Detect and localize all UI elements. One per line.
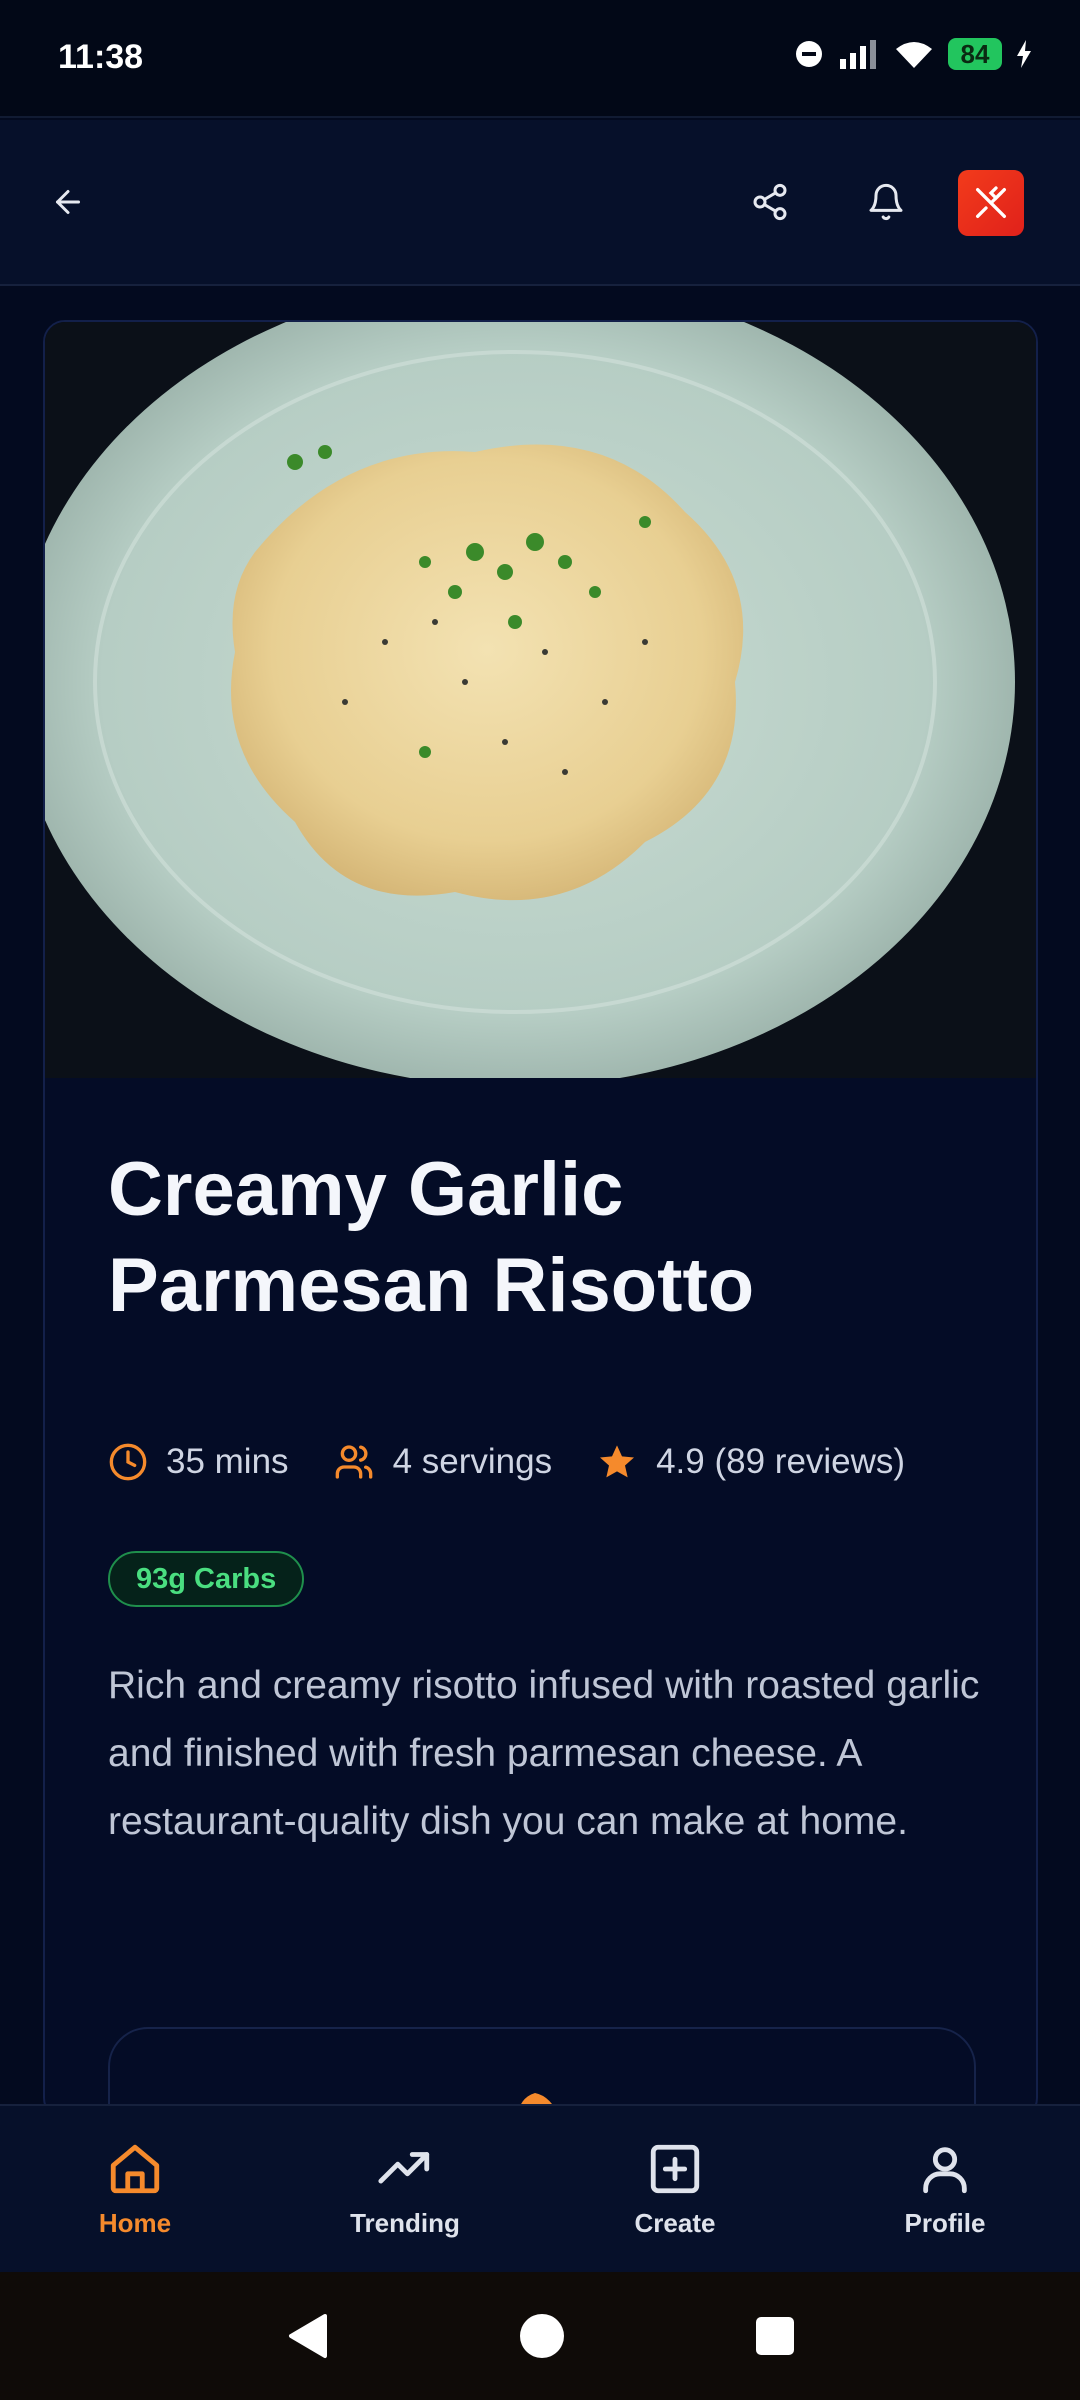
nav-profile-label: Profile [904,2207,986,2238]
screen: 11:38 84 Creamy Garlic Parmesan Risotto … [0,0,1080,2400]
system-back-icon[interactable] [285,2312,329,2360]
home-icon [110,2144,160,2193]
charging-bolt-icon [1017,40,1031,68]
trending-up-icon [378,2151,430,2183]
system-recents-icon[interactable] [755,2316,795,2356]
arrow-left-icon [56,190,80,214]
system-nav-bar [0,2272,1080,2400]
carbs-badge: 93g Carbs [108,1551,305,1607]
recipe-title: Creamy Garlic Parmesan Risotto [108,1147,755,1328]
recipe-description: Rich and creamy risotto infused with roa… [108,1664,980,1843]
recipe-meta-row: 35 mins 4 servings 4.9 (89 reviews) [108,1442,949,1482]
cook-time: 35 mins [108,1442,289,1482]
nav-home-label: Home [98,2207,172,2238]
nav-home[interactable]: Home [0,2106,270,2272]
servings-text: 4 servings [392,1442,553,1481]
notifications-button[interactable] [846,162,926,242]
nav-create-label: Create [634,2207,716,2238]
system-home-icon[interactable] [519,2313,565,2359]
status-bar: 11:38 84 [0,0,1080,118]
nav-profile[interactable]: Profile [810,2106,1080,2272]
rating[interactable]: 4.9 (89 reviews) [596,1442,905,1482]
share-button[interactable] [730,162,810,242]
app-header [0,120,1080,286]
nav-trending[interactable]: Trending [270,2106,540,2272]
nav-trending-label: Trending [350,2207,460,2238]
nav-create[interactable]: Create [540,2106,810,2272]
signal-icon [840,40,876,69]
share-icon [753,183,787,221]
recipe-card: Creamy Garlic Parmesan Risotto 35 mins 4… [43,320,1038,2120]
plus-square-icon [650,2144,700,2193]
bottom-nav: Home Trending Create Profile [0,2104,1080,2272]
servings: 4 servings [333,1442,553,1482]
do-not-disturb-icon [796,41,822,67]
rating-text: 4.9 (89 reviews) [656,1442,906,1481]
status-icons: 84 [794,38,1032,70]
bell-icon [869,183,903,221]
utensils-crossed-icon [976,186,1006,218]
back-button[interactable] [28,162,108,242]
clock-icon [109,1443,147,1481]
recipe-hero-image [45,322,1036,1087]
users-icon [335,1445,372,1479]
cook-time-text: 35 mins [166,1442,289,1481]
status-time: 11:38 [58,38,144,76]
battery-indicator: 84 [948,38,1002,70]
risotto-plate-illustration [45,322,1036,1087]
star-icon [600,1445,635,1478]
user-icon [923,2146,967,2193]
wifi-icon [896,42,932,68]
app-logo-button[interactable] [958,170,1024,236]
